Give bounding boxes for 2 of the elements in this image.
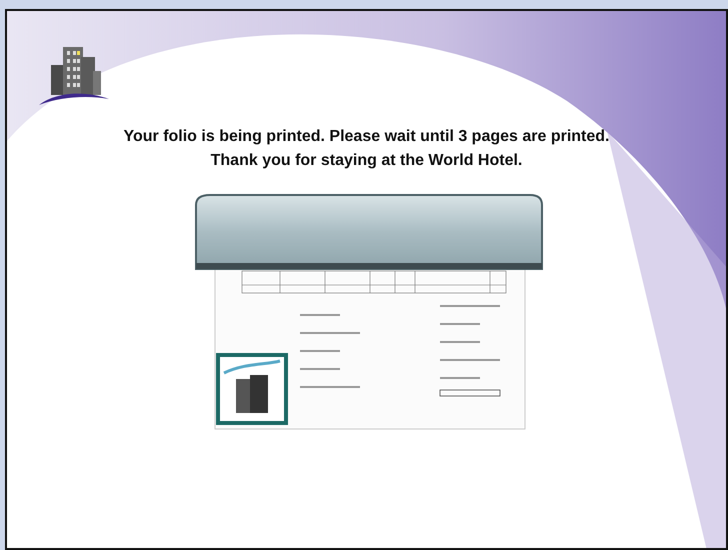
status-message: Thank you for staying at the World Hotel. (210, 151, 522, 171)
status-message: Your folio is being printed. Please wait until 3 pages are printed. (123, 127, 610, 147)
